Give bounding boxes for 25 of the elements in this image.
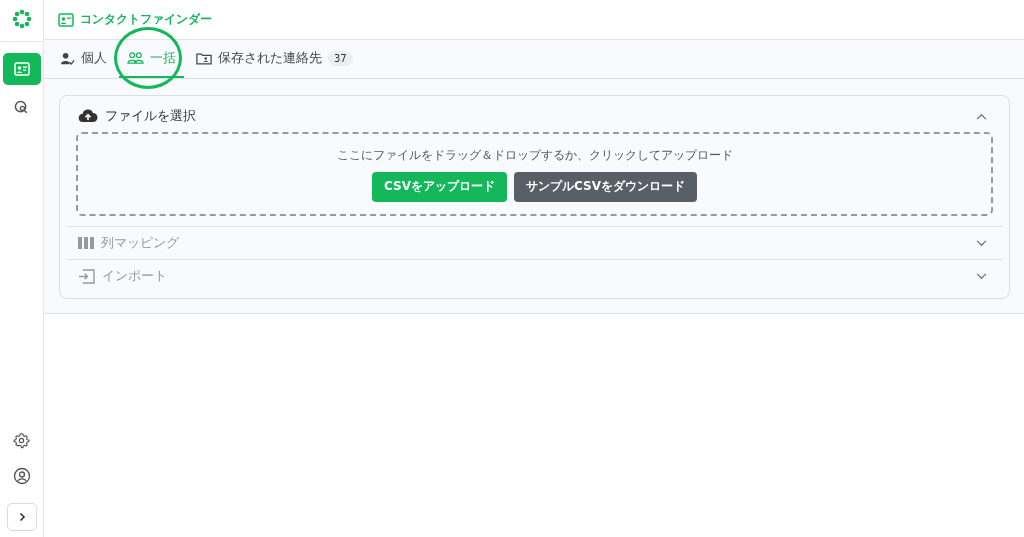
expand-sidebar-button[interactable] [6, 503, 37, 531]
download-button[interactable]: サンプルCSVをダウンロード [514, 171, 697, 202]
flower-logo-icon [11, 9, 32, 29]
search-icon [14, 99, 29, 115]
app-title: コンタクトファインダー [80, 11, 212, 28]
dropzone-hint: ここにファイルをドラッグ＆ドロップするか、クリックしてアップロード [336, 146, 733, 164]
section-header[interactable]: ファイルを選択 [66, 100, 1003, 132]
contact-folder-icon [196, 51, 212, 65]
chevron-down-icon [976, 272, 987, 280]
import-icon [78, 268, 95, 284]
settings-icon[interactable] [13, 432, 30, 449]
people-icon [127, 51, 144, 65]
user-profile-icon[interactable] [12, 467, 31, 485]
contact-card-button[interactable] [2, 53, 41, 85]
count-badge: 37 [328, 50, 353, 66]
person-check-icon [60, 50, 75, 66]
columns-icon [78, 237, 94, 249]
tab[interactable]: 個人 [52, 40, 115, 78]
tab[interactable]: 保存された連絡先 37 [188, 40, 361, 78]
contact-card-icon [13, 62, 30, 76]
file-dropzone[interactable]: ここにファイルをドラッグ＆ドロップするか、クリックしてアップロード CSVをアップロード サンプルCSVをダウンロード [76, 132, 993, 216]
chevron-up-icon [976, 112, 987, 120]
cloud-upload-icon [78, 109, 98, 123]
chevron-down-icon [976, 239, 987, 247]
contact-card-icon [58, 12, 74, 27]
